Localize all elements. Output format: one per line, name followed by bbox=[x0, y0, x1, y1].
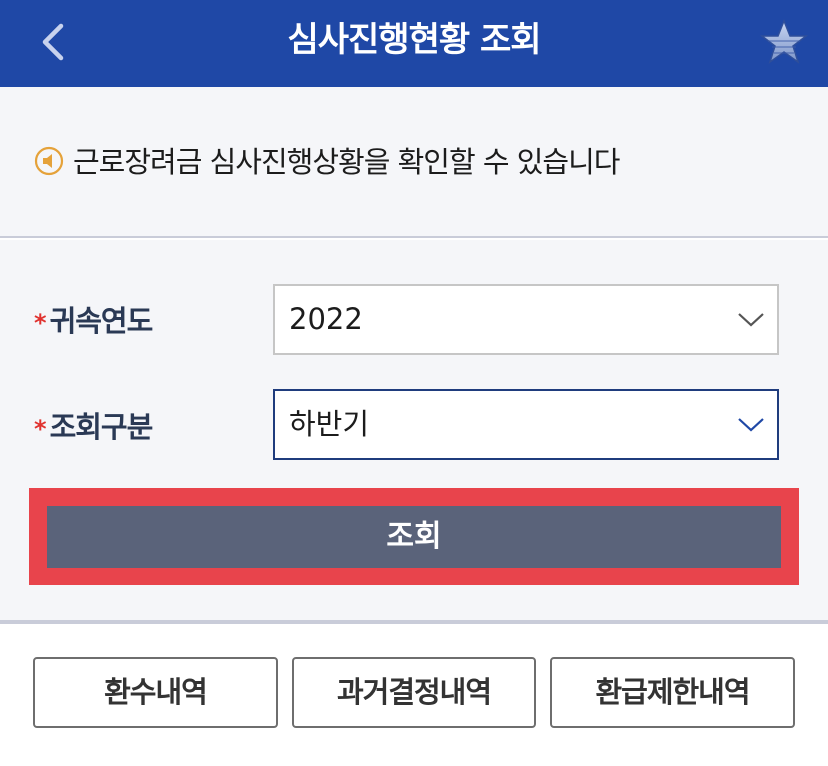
past-decision-history-button[interactable]: 과거결정내역 bbox=[292, 657, 536, 728]
year-select[interactable]: 2022 bbox=[273, 284, 779, 355]
period-select[interactable]: 하반기 bbox=[273, 389, 779, 460]
refund-restriction-history-button[interactable]: 환급제한내역 bbox=[550, 657, 795, 728]
year-select-value: 2022 bbox=[289, 302, 363, 336]
favorite-button[interactable] bbox=[756, 14, 812, 70]
year-label-text: 귀속연도 bbox=[49, 304, 154, 338]
star-icon bbox=[760, 19, 808, 64]
speaker-icon bbox=[34, 146, 64, 176]
search-button[interactable]: 조회 bbox=[47, 506, 781, 568]
year-label: * 귀속연도 bbox=[34, 298, 154, 340]
required-mark: * bbox=[34, 415, 47, 443]
page-title: 심사진행현황 조회 bbox=[287, 20, 541, 60]
period-label: * 조회구분 bbox=[34, 404, 154, 446]
notice-banner: 근로장려금 심사진행상황을 확인할 수 있습니다 bbox=[0, 87, 828, 238]
required-mark: * bbox=[34, 309, 47, 337]
chevron-down-icon bbox=[738, 418, 764, 432]
chevron-down-icon bbox=[738, 313, 764, 327]
period-label-text: 조회구분 bbox=[49, 410, 154, 444]
period-select-value: 하반기 bbox=[289, 407, 370, 441]
notice-text: 근로장려금 심사진행상황을 확인할 수 있습니다 bbox=[73, 145, 620, 179]
app-header: 심사진행현황 조회 bbox=[0, 0, 828, 87]
recovery-history-button[interactable]: 환수내역 bbox=[33, 657, 278, 728]
